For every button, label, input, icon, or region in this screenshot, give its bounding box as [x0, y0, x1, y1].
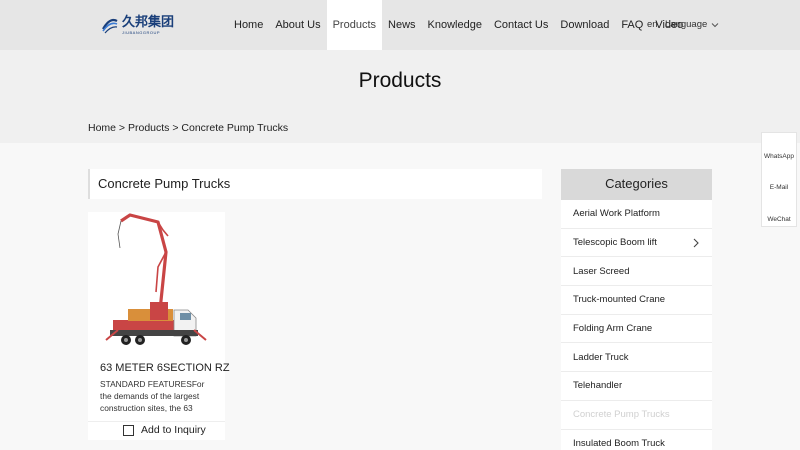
breadcrumb-separator: >	[169, 122, 182, 134]
category-folding-arm-crane[interactable]: Folding Arm Crane	[561, 314, 712, 344]
category-label: Telehandler	[573, 380, 623, 392]
breadcrumb-separator: >	[116, 122, 128, 134]
nav-download[interactable]: Download	[554, 0, 615, 50]
product-description: STANDARD FEATURESFor the demands of the …	[100, 379, 205, 413]
breadcrumb-products[interactable]: Products	[128, 122, 169, 134]
whatsapp-link[interactable]: WhatsApp	[761, 153, 797, 160]
category-telehandler[interactable]: Telehandler	[561, 372, 712, 401]
category-aerial-work-platform[interactable]: Aerial Work Platform	[561, 200, 712, 229]
email-link[interactable]: E-Mail	[761, 184, 797, 191]
wechat-link[interactable]: WeChat	[761, 216, 797, 223]
language-label: Language	[665, 19, 708, 30]
product-name[interactable]: 63 METER 6SECTION RZ	[100, 362, 230, 374]
nav-home[interactable]: Home	[228, 0, 269, 50]
page-title: Products	[358, 69, 442, 92]
categories-title: Categories	[605, 176, 668, 191]
category-ladder-truck[interactable]: Ladder Truck	[561, 343, 712, 373]
main-nav: Home About Us Products News Knowledge Co…	[228, 0, 689, 50]
category-label: Truck-mounted Crane	[573, 294, 666, 306]
category-label: Insulated Boom Truck	[573, 437, 665, 449]
category-label: Concrete Pump Trucks	[573, 409, 670, 421]
category-insulated-boom-truck[interactable]: Insulated Boom Truck	[561, 429, 712, 450]
categories-list: Aerial Work Platform Telescopic Boom lif…	[561, 200, 712, 450]
category-laser-screed[interactable]: Laser Screed	[561, 257, 712, 287]
language-code[interactable]: en	[647, 19, 658, 30]
nav-knowledge[interactable]: Knowledge	[422, 0, 488, 50]
logo-text-en: JIUBANGGROUP	[122, 29, 161, 35]
chevron-down-icon	[711, 22, 719, 27]
site-logo[interactable]: 久邦集团 JIUBANGGROUP	[100, 13, 174, 37]
category-telescopic-boom-lift[interactable]: Telescopic Boom lift	[561, 228, 712, 258]
nav-contact-us[interactable]: Contact Us	[488, 0, 554, 50]
add-to-inquiry-label[interactable]: Add to Inquiry	[141, 424, 206, 436]
nav-products[interactable]: Products	[326, 0, 383, 50]
category-label: Ladder Truck	[573, 351, 629, 363]
breadcrumb-current[interactable]: Concrete Pump Trucks	[181, 122, 288, 134]
breadcrumb-home[interactable]: Home	[88, 122, 116, 134]
breadcrumb: Home > Products > Concrete Pump Trucks	[88, 122, 288, 134]
category-label: Aerial Work Platform	[573, 208, 660, 220]
nav-about-us[interactable]: About Us	[269, 0, 326, 50]
nav-news[interactable]: News	[382, 0, 422, 50]
nav-faq[interactable]: FAQ	[615, 0, 649, 50]
chevron-right-icon[interactable]	[692, 238, 700, 248]
section-title: Concrete Pump Trucks	[98, 176, 231, 191]
side-contact-panel	[761, 132, 797, 227]
logo-text-cn: 久邦集团	[122, 14, 175, 30]
category-label: Laser Screed	[573, 265, 630, 277]
product-image[interactable]	[88, 212, 225, 357]
category-concrete-pump-trucks[interactable]: Concrete Pump Trucks	[561, 400, 712, 430]
inquiry-checkbox[interactable]	[123, 425, 134, 436]
language-selector[interactable]: Language	[665, 19, 720, 30]
category-label: Folding Arm Crane	[573, 323, 653, 335]
logo-icon	[100, 15, 120, 35]
category-truck-mounted-crane[interactable]: Truck-mounted Crane	[561, 286, 712, 315]
category-label: Telescopic Boom lift	[573, 237, 657, 249]
